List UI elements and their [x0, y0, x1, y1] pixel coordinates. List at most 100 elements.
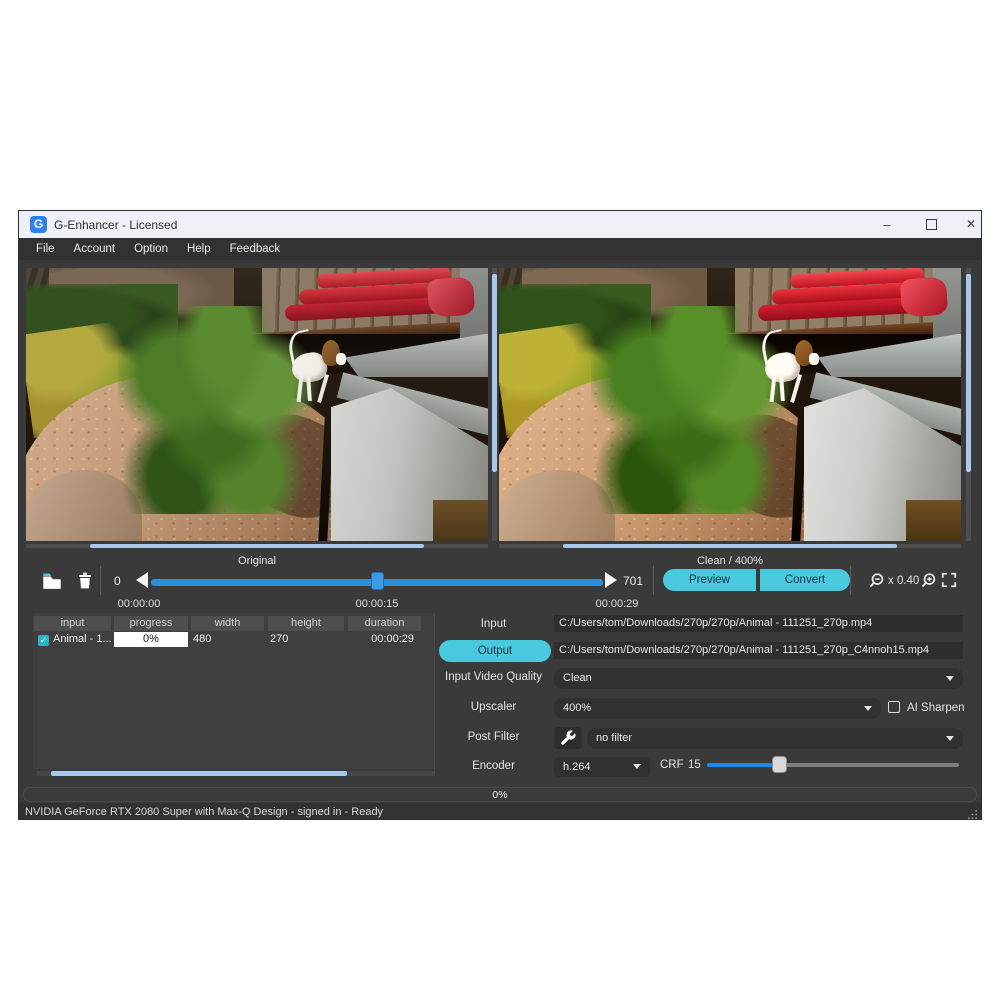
divider: [850, 566, 851, 595]
menu-option[interactable]: Option: [125, 243, 178, 255]
scene-water: [433, 500, 488, 541]
post-filter-dropdown[interactable]: no filter: [587, 728, 963, 749]
column-header-duration[interactable]: duration: [348, 616, 421, 631]
scrollbar-thumb[interactable]: [90, 544, 424, 548]
video-scene-enhanced: [499, 268, 961, 541]
original-label: Original: [26, 555, 488, 567]
post-filter-label: Post Filter: [421, 731, 566, 743]
ai-sharpen-checkbox[interactable]: [888, 701, 900, 713]
crf-label: CRF: [660, 759, 684, 771]
app-logo-icon: G: [30, 216, 47, 233]
row-input-name: Animal - 1...: [53, 633, 111, 645]
crf-value: 15: [688, 759, 701, 771]
column-header-input[interactable]: input: [34, 616, 111, 631]
right-pane-horizontal-scrollbar[interactable]: [499, 544, 961, 548]
row-height: 270: [270, 633, 288, 645]
output-button[interactable]: Output: [439, 640, 551, 662]
trash-icon: [75, 570, 95, 591]
original-preview-pane[interactable]: [26, 268, 488, 541]
divider: [100, 566, 101, 595]
scrollbar-thumb[interactable]: [563, 544, 897, 548]
zoom-out-button[interactable]: [868, 572, 885, 594]
preview-button[interactable]: Preview: [663, 569, 758, 591]
status-bar: NVIDIA GeForce RTX 2080 Super with Max-Q…: [19, 803, 981, 820]
menu-bar: File Account Option Help Feedback: [19, 238, 981, 260]
maximize-button[interactable]: [915, 214, 947, 235]
quality-value: Clean: [563, 672, 592, 684]
delete-button[interactable]: [75, 570, 97, 591]
app-window: G G-Enhancer - Licensed – ✕ File Account…: [18, 210, 982, 820]
right-pane-vertical-scrollbar[interactable]: [966, 268, 971, 541]
quality-dropdown[interactable]: Clean: [554, 668, 963, 689]
dog-snout: [809, 353, 819, 365]
scrollbar-thumb[interactable]: [51, 771, 347, 776]
enhanced-label: Clean / 400%: [499, 555, 961, 567]
row-progress: 0%: [114, 632, 188, 647]
divider: [653, 566, 654, 595]
dog-snout: [336, 353, 346, 365]
ai-sharpen-label: AI Sharpen: [907, 702, 965, 714]
menu-account[interactable]: Account: [65, 243, 126, 255]
row-width: 480: [193, 633, 211, 645]
menu-feedback[interactable]: Feedback: [221, 243, 291, 255]
timeline-start-frame: 0: [114, 574, 121, 588]
menu-help[interactable]: Help: [178, 243, 221, 255]
queue-horizontal-scrollbar[interactable]: [37, 771, 434, 776]
timestamp-current: 00:00:15: [356, 598, 399, 610]
row-duration: 00:00:29: [348, 633, 414, 645]
fullscreen-button[interactable]: [941, 572, 957, 593]
scrollbar-thumb[interactable]: [966, 274, 971, 472]
input-path-field[interactable]: C:/Users/tom/Downloads/270p/270p/Animal …: [554, 615, 963, 632]
menu-file[interactable]: File: [27, 243, 65, 255]
screenshot-canvas: G G-Enhancer - Licensed – ✕ File Account…: [0, 0, 1000, 1000]
jump-start-button[interactable]: [136, 572, 148, 588]
window-title: G-Enhancer - Licensed: [54, 218, 177, 232]
crf-slider-handle[interactable]: [772, 756, 787, 773]
scene-folded-cushion: [427, 276, 476, 317]
upscaler-dropdown[interactable]: 400%: [554, 698, 881, 719]
convert-button[interactable]: Convert: [760, 569, 850, 591]
left-pane-vertical-scrollbar[interactable]: [492, 268, 497, 541]
zoom-out-icon: [868, 572, 885, 589]
left-pane-horizontal-scrollbar[interactable]: [26, 544, 488, 548]
video-scene-original: [26, 268, 488, 541]
upscaler-label: Upscaler: [421, 701, 566, 713]
column-header-width[interactable]: width: [191, 616, 264, 631]
scrollbar-thumb[interactable]: [492, 274, 497, 472]
enhanced-preview-pane[interactable]: [499, 268, 961, 541]
timeline-thumb[interactable]: [371, 572, 384, 590]
chevron-down-icon: [864, 706, 872, 711]
timestamp-end: 00:00:29: [596, 598, 639, 610]
output-path-field[interactable]: C:/Users/tom/Downloads/270p/270p/Animal …: [554, 642, 963, 659]
title-bar[interactable]: G G-Enhancer - Licensed – ✕: [19, 211, 981, 239]
scene-water: [906, 500, 961, 541]
panel-splitter[interactable]: [434, 613, 435, 776]
chevron-down-icon: [946, 736, 954, 741]
close-button[interactable]: ✕: [955, 214, 982, 235]
scene-dog: [760, 331, 820, 405]
row-checkbox[interactable]: ✓: [38, 635, 49, 646]
timeline-end-frame: 701: [623, 574, 643, 588]
jump-end-button[interactable]: [605, 572, 617, 588]
wrench-icon: [559, 729, 577, 747]
scene-folded-cushion: [900, 276, 949, 317]
column-header-height[interactable]: height: [268, 616, 344, 631]
maximize-icon: [926, 219, 937, 230]
status-text: NVIDIA GeForce RTX 2080 Super with Max-Q…: [25, 806, 383, 818]
encoder-dropdown[interactable]: h.264: [554, 757, 650, 777]
chevron-down-icon: [633, 764, 641, 769]
crf-slider[interactable]: [707, 763, 959, 767]
post-filter-value: no filter: [596, 732, 632, 744]
crf-slider-fill: [707, 763, 780, 767]
resize-grip-icon: [967, 809, 978, 820]
open-folder-button[interactable]: [41, 570, 63, 591]
conversion-progress-bar: 0%: [23, 787, 977, 802]
post-filter-config-button[interactable]: [554, 727, 582, 749]
upscaler-value: 400%: [563, 702, 591, 714]
encoder-label: Encoder: [421, 760, 566, 772]
zoom-in-icon: [920, 572, 937, 589]
column-header-progress[interactable]: progress: [114, 616, 188, 631]
resize-grip[interactable]: [967, 807, 978, 820]
minimize-button[interactable]: –: [871, 214, 903, 235]
zoom-in-button[interactable]: [920, 572, 937, 594]
